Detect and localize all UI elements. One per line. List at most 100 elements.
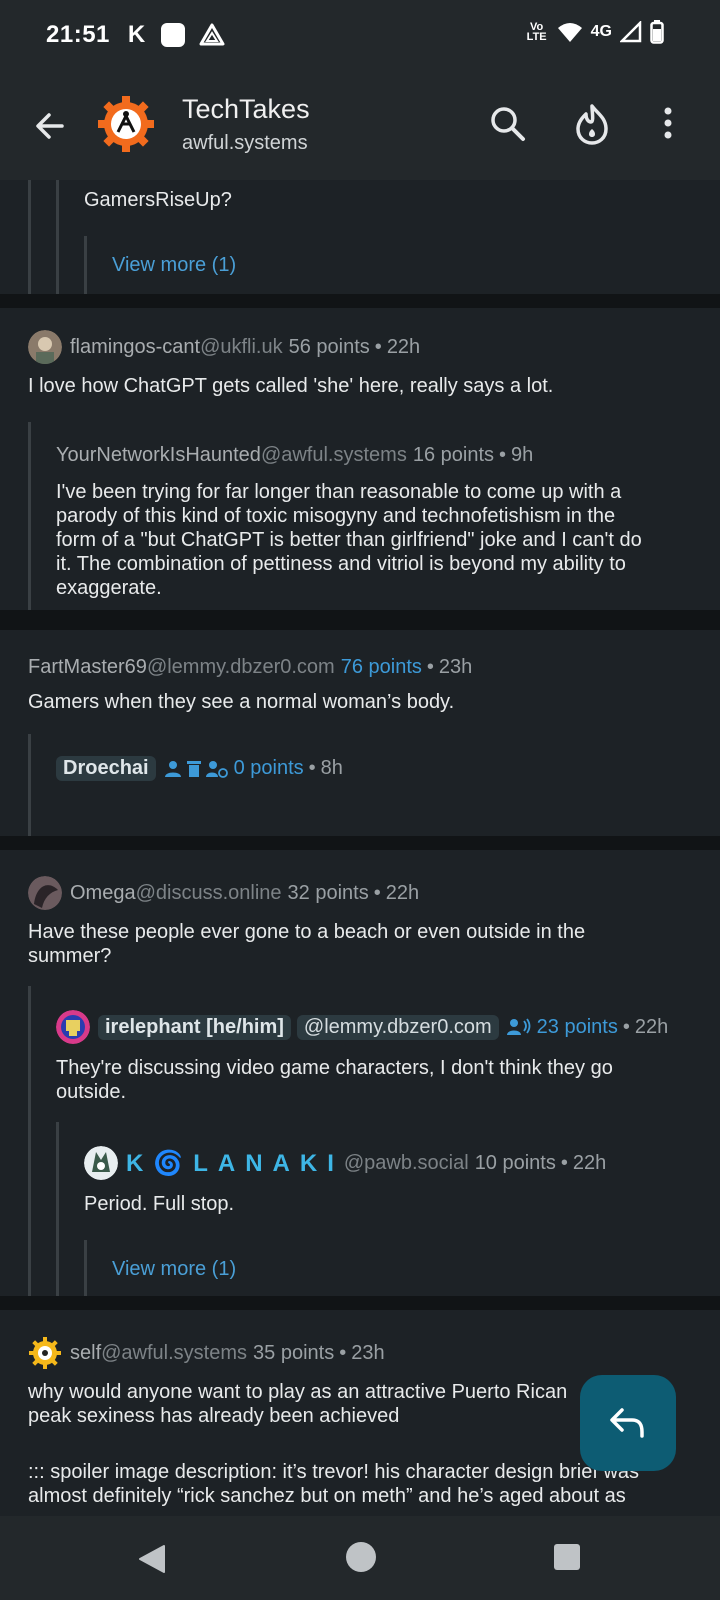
nav-home-icon[interactable] — [346, 1542, 376, 1572]
view-more-link[interactable]: View more (1) — [112, 254, 236, 277]
nav-back-icon[interactable] — [138, 1544, 166, 1574]
comment-header: flamingos-cant @ukfli.uk 56 points • 22h — [28, 330, 420, 364]
reply-line: it. The combination of pettiness and vit… — [56, 553, 626, 575]
reply-icon — [610, 1408, 644, 1438]
reply-line: They're discussing video game characters… — [56, 1057, 613, 1079]
status-bar: 21:51 K Vo LTE 4G — [0, 0, 720, 70]
reply-username[interactable]: YourNetworkIsHaunted — [56, 444, 261, 467]
reply-instance: @awful.systems — [260, 444, 407, 466]
reply-text: I've been trying for far longer than rea… — [56, 480, 696, 600]
comment-card: Omega @discuss.online 32 points • 22h Have … — [0, 850, 720, 1296]
comment-instance: @ukfli.uk — [200, 335, 283, 358]
comment-card: FartMaster69 @lemmy.dbzer0.com 76 points •… — [0, 630, 720, 836]
search-icon[interactable] — [488, 104, 528, 144]
comment-age: 22h — [386, 335, 421, 358]
person-blocked-icon — [205, 760, 228, 778]
thread-line — [28, 422, 31, 610]
nested-reply-username[interactable]: K🌀LANAKI — [126, 1149, 344, 1178]
reply-age: 9h — [511, 444, 534, 466]
comment-text: Gamers when they see a normal woman’s bo… — [28, 691, 455, 713]
comment-instance: @awful.systems — [101, 1341, 248, 1364]
reply-points: 0 points — [233, 757, 304, 779]
reply-points: 23 points — [536, 1015, 618, 1038]
comment-username[interactable]: self — [70, 1342, 101, 1365]
comment-text: Have these people ever gone to a beach o… — [28, 920, 688, 968]
reply-line: I've been trying for far longer than rea… — [56, 481, 622, 503]
user-avatar[interactable] — [28, 330, 62, 364]
reply-line: form of a "but ChatGPT is better than gi… — [56, 529, 642, 551]
user-avatar[interactable] — [56, 1010, 90, 1044]
thread-line — [84, 1240, 87, 1296]
carrier-letter: K — [127, 21, 146, 48]
delete-icon — [186, 760, 201, 777]
reply-header: irelephant [he/him] @lemmy.dbzer0.com 23… — [56, 1010, 668, 1044]
reply-instance: @lemmy.dbzer0.com — [296, 1014, 499, 1040]
reply-line: exaggerate. — [56, 577, 162, 599]
comment-points: 56 points — [288, 335, 370, 358]
thread-line — [56, 180, 59, 294]
comment-points: 76 points — [340, 656, 422, 678]
moderator-icon — [506, 1018, 531, 1035]
wifi-icon — [557, 23, 582, 42]
reply-age: 22h — [634, 1015, 669, 1038]
comment-text: GamersRiseUp? — [84, 189, 232, 211]
reply-username[interactable]: Droechai — [56, 756, 156, 781]
comment-feed[interactable]: GamersRiseUp? View more (1) flamingos-ca… — [0, 180, 720, 1516]
network-type: 4G — [590, 23, 612, 40]
nested-reply-instance: @pawb.social — [343, 1151, 469, 1174]
system-nav-bar — [0, 1516, 720, 1600]
user-avatar[interactable] — [28, 1336, 62, 1370]
comment-text: I love how ChatGPT gets called 'she' her… — [28, 375, 554, 397]
thread-line — [28, 986, 31, 1296]
reply-header: Droechai 0 points • 8h — [56, 756, 343, 781]
thread-line — [28, 734, 31, 836]
drive-notification-icon — [199, 23, 225, 46]
signal-icon — [620, 21, 642, 43]
reply-line: outside. — [56, 1081, 127, 1103]
comment-header: self @awful.systems 35 points • 23h — [28, 1336, 385, 1370]
reply-header: YourNetworkIsHaunted @awful.systems 16 po… — [56, 444, 534, 467]
reply-line: parody of this kind of toxic misogyny an… — [56, 505, 616, 527]
comment-username[interactable]: Omega — [70, 882, 136, 905]
comment-header: Omega @discuss.online 32 points • 22h — [28, 876, 419, 910]
back-arrow-icon[interactable] — [30, 106, 70, 146]
person-icon — [164, 760, 181, 777]
user-avatar[interactable] — [84, 1146, 118, 1180]
comment-username[interactable]: flamingos-cant — [70, 336, 200, 359]
thread-line — [84, 236, 87, 294]
app-bar: TechTakes awful.systems — [0, 70, 720, 180]
community-logo[interactable] — [96, 94, 156, 154]
comment-username[interactable]: FartMaster69 — [28, 656, 147, 679]
status-time: 21:51 — [46, 21, 110, 48]
thread-line — [56, 1122, 59, 1296]
reply-points: 16 points — [412, 444, 494, 466]
page-subtitle: awful.systems — [182, 132, 308, 154]
reply-age: 8h — [320, 757, 343, 779]
nav-recents-icon[interactable] — [554, 1544, 580, 1570]
nested-reply-age: 22h — [572, 1151, 607, 1174]
spoiler-line: almost definitely “rick sanchez but on m… — [28, 1485, 626, 1507]
comment-instance: @lemmy.dbzer0.com — [146, 656, 335, 678]
user-avatar[interactable] — [28, 876, 62, 910]
thread-line — [28, 180, 31, 294]
notification-app-icon — [161, 23, 186, 47]
more-vert-icon[interactable] — [660, 104, 676, 144]
nested-reply-header: K🌀LANAKI @pawb.social 10 points • 22h — [84, 1146, 606, 1180]
comment-points: 32 points — [287, 881, 369, 904]
view-more-link[interactable]: View more (1) — [112, 1258, 236, 1281]
page-title: TechTakes — [182, 94, 310, 124]
reply-text: They're discussing video game characters… — [56, 1056, 696, 1104]
reply-fab[interactable] — [580, 1375, 676, 1471]
comment-age: 23h — [351, 1341, 385, 1364]
comment-card: GamersRiseUp? View more (1) — [0, 180, 720, 294]
fire-sort-icon[interactable] — [574, 102, 610, 146]
volte-icon: Vo LTE — [526, 21, 547, 43]
comment-card: flamingos-cant @ukfli.uk 56 points • 22h I … — [0, 308, 720, 610]
comment-age: 22h — [385, 881, 420, 904]
battery-icon — [650, 20, 664, 44]
nested-reply-text: Period. Full stop. — [84, 1193, 235, 1215]
comment-header: FartMaster69 @lemmy.dbzer0.com 76 points •… — [28, 656, 473, 679]
comment-line: Have these people ever gone to a beach o… — [28, 921, 586, 943]
comment-age: 23h — [438, 656, 473, 678]
reply-username[interactable]: irelephant [he/him] — [98, 1014, 291, 1040]
